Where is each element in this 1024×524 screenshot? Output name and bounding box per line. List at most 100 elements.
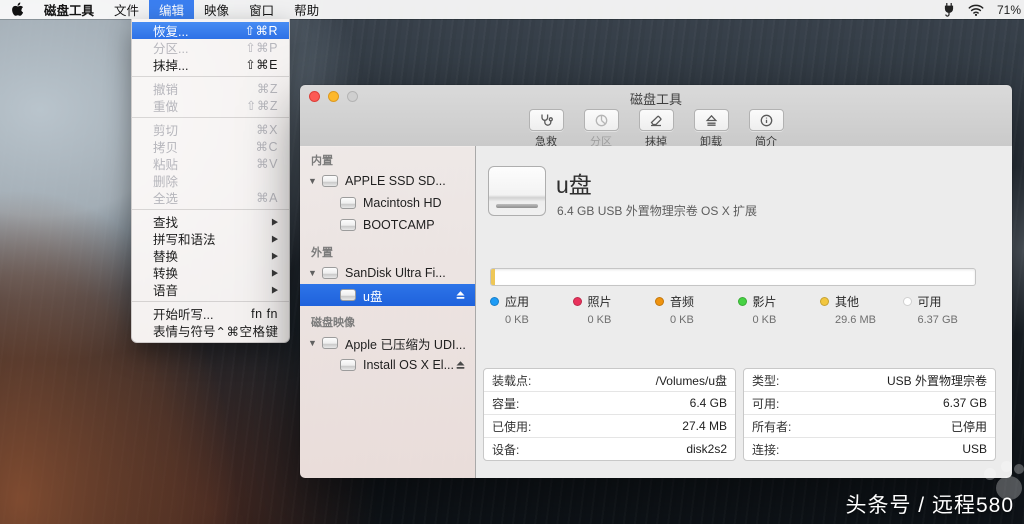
usb-drive-icon bbox=[488, 166, 546, 216]
legend-movies: 影片 0 KB bbox=[738, 293, 821, 326]
menu-bar-status-area: 71% bbox=[943, 2, 1024, 17]
info-row-capacity: 容量: 6.4 GB bbox=[484, 392, 735, 415]
wifi-icon[interactable] bbox=[968, 4, 984, 16]
screen: 磁盘工具 文件 编辑 映像 窗口 帮助 71% 恢复... ⇧⌘R 分区... … bbox=[0, 0, 1024, 524]
info-button[interactable]: 简介 bbox=[747, 109, 785, 149]
menu-help[interactable]: 帮助 bbox=[284, 0, 329, 19]
legend-dot bbox=[655, 297, 664, 306]
power-adapter-icon[interactable] bbox=[943, 2, 955, 17]
menu-item-restore[interactable]: 恢复... ⇧⌘R bbox=[132, 22, 289, 39]
pie-chart-icon bbox=[595, 114, 608, 127]
sidebar-item-sandisk[interactable]: ▼ SanDisk Ultra Fi... bbox=[300, 262, 475, 284]
menu-item-select-all: 全选 ⌘A bbox=[132, 189, 289, 206]
sidebar-item-usb-volume[interactable]: u盘 bbox=[300, 284, 475, 306]
legend-photos: 照片 0 KB bbox=[573, 293, 656, 326]
menu-app-name[interactable]: 磁盘工具 bbox=[34, 0, 104, 19]
menu-item-erase[interactable]: 抹掉... ⇧⌘E bbox=[132, 56, 289, 73]
menu-item-paste: 粘贴 ⌘V bbox=[132, 155, 289, 172]
window-toolbar: 急救 分区 抹掉 卸载 简介 bbox=[300, 109, 1012, 149]
battery-percentage[interactable]: 71% bbox=[997, 3, 1021, 17]
legend-dot bbox=[490, 297, 499, 306]
menu-edit[interactable]: 编辑 bbox=[149, 0, 194, 19]
sidebar-item-install-osx[interactable]: Install OS X El... bbox=[300, 354, 475, 376]
info-table-right: 类型: USB 外置物理宗卷 可用: 6.37 GB 所有者: 已停用 连接: … bbox=[743, 368, 996, 461]
apple-icon bbox=[11, 2, 24, 17]
info-row-owners: 所有者: 已停用 bbox=[744, 415, 995, 438]
menu-item-emoji-symbols[interactable]: 表情与符号 ⌃⌘空格键 bbox=[132, 322, 289, 339]
legend-dot bbox=[903, 297, 912, 306]
menu-item-spelling-grammar[interactable]: 拼写和语法 ▶ bbox=[132, 230, 289, 247]
volume-title: u盘 bbox=[556, 166, 592, 200]
submenu-arrow-icon: ▶ bbox=[272, 267, 278, 277]
sidebar-item-apple-udi[interactable]: ▼ Apple 已压缩为 UDI... bbox=[300, 332, 475, 354]
info-table-left: 装载点: /Volumes/u盘 容量: 6.4 GB 已使用: 27.4 MB… bbox=[483, 368, 736, 461]
erase-button[interactable]: 抹掉 bbox=[637, 109, 675, 149]
menu-images[interactable]: 映像 bbox=[194, 0, 239, 19]
info-icon bbox=[760, 114, 773, 127]
menu-item-cut: 剪切 ⌘X bbox=[132, 121, 289, 138]
legend-other: 其他 29.6 MB bbox=[820, 293, 903, 326]
info-row-device: 设备: disk2s2 bbox=[484, 438, 735, 460]
menu-item-speech[interactable]: 语音 ▶ bbox=[132, 281, 289, 298]
sidebar-item-apple-ssd[interactable]: ▼ APPLE SSD SD... bbox=[300, 170, 475, 192]
submenu-arrow-icon: ▶ bbox=[272, 250, 278, 260]
menu-item-substitutions[interactable]: 替换 ▶ bbox=[132, 247, 289, 264]
menu-file[interactable]: 文件 bbox=[104, 0, 149, 19]
legend-free: 可用 6.37 GB bbox=[903, 293, 986, 326]
window-titlebar[interactable]: 磁盘工具 急救 分区 抹掉 卸载 bbox=[300, 85, 1012, 147]
info-row-mount-point: 装载点: /Volumes/u盘 bbox=[484, 369, 735, 392]
sidebar-section-internal: 内置 bbox=[300, 152, 475, 170]
unmount-button[interactable]: 卸载 bbox=[692, 109, 730, 149]
eject-icon[interactable] bbox=[455, 290, 466, 301]
menu-separator bbox=[132, 76, 289, 77]
sidebar-section-disk-images: 磁盘映像 bbox=[300, 314, 475, 332]
sidebar-item-macintosh-hd[interactable]: Macintosh HD bbox=[300, 192, 475, 214]
eject-icon bbox=[705, 114, 718, 127]
window-content: 内置 ▼ APPLE SSD SD... Macintosh HD BOOTCA… bbox=[300, 146, 1012, 478]
menu-separator bbox=[132, 301, 289, 302]
usage-legend: 应用 0 KB 照片 0 KB 音频 0 KB 影片 0 KB bbox=[490, 293, 985, 326]
menu-item-delete: 删除 bbox=[132, 172, 289, 189]
disk-icon bbox=[322, 337, 338, 349]
disclosure-triangle-icon[interactable]: ▼ bbox=[308, 338, 317, 348]
submenu-arrow-icon: ▶ bbox=[272, 216, 278, 226]
watermark-text: 头条号 / 远程580 bbox=[845, 489, 1014, 519]
menu-item-start-dictation[interactable]: 开始听写... fn fn bbox=[132, 305, 289, 322]
disclosure-triangle-icon[interactable]: ▼ bbox=[308, 176, 317, 186]
disclosure-triangle-icon[interactable]: ▼ bbox=[308, 268, 317, 278]
info-row-used: 已使用: 27.4 MB bbox=[484, 415, 735, 438]
legend-dot bbox=[738, 297, 747, 306]
info-row-available: 可用: 6.37 GB bbox=[744, 392, 995, 415]
partition-button: 分区 bbox=[582, 109, 620, 149]
disk-icon bbox=[322, 267, 338, 279]
legend-audio: 音频 0 KB bbox=[655, 293, 738, 326]
disk-utility-window: 磁盘工具 急救 分区 抹掉 卸载 bbox=[300, 85, 1012, 478]
window-title: 磁盘工具 bbox=[300, 89, 1012, 108]
apple-menu[interactable] bbox=[0, 2, 34, 17]
menu-item-partition: 分区... ⇧⌘P bbox=[132, 39, 289, 56]
menu-bar: 磁盘工具 文件 编辑 映像 窗口 帮助 71% bbox=[0, 0, 1024, 19]
sidebar-item-bootcamp[interactable]: BOOTCAMP bbox=[300, 214, 475, 236]
submenu-arrow-icon: ▶ bbox=[272, 233, 278, 243]
legend-dot bbox=[573, 297, 582, 306]
menu-window[interactable]: 窗口 bbox=[239, 0, 284, 19]
first-aid-button[interactable]: 急救 bbox=[527, 109, 565, 149]
volume-subtitle: 6.4 GB USB 外置物理宗卷 OS X 扩展 bbox=[557, 202, 757, 219]
menu-separator bbox=[132, 209, 289, 210]
menu-item-transformations[interactable]: 转换 ▶ bbox=[132, 264, 289, 281]
edit-dropdown-menu: 恢复... ⇧⌘R 分区... ⇧⌘P 抹掉... ⇧⌘E 撤销 ⌘Z 重做 ⇧… bbox=[131, 19, 290, 343]
volume-icon bbox=[340, 289, 356, 301]
menu-item-find[interactable]: 查找 ▶ bbox=[132, 213, 289, 230]
eraser-icon bbox=[649, 114, 663, 127]
sidebar-section-external: 外置 bbox=[300, 244, 475, 262]
eject-icon[interactable] bbox=[455, 360, 466, 371]
legend-dot bbox=[820, 297, 829, 306]
menu-item-copy: 拷贝 ⌘C bbox=[132, 138, 289, 155]
disk-icon bbox=[322, 175, 338, 187]
menu-item-undo: 撤销 ⌘Z bbox=[132, 80, 289, 97]
stethoscope-icon bbox=[539, 113, 553, 127]
volume-icon bbox=[340, 197, 356, 209]
main-panel: u盘 6.4 GB USB 外置物理宗卷 OS X 扩展 应用 0 KB 照片 … bbox=[476, 146, 1012, 478]
submenu-arrow-icon: ▶ bbox=[272, 284, 278, 294]
volume-icon bbox=[340, 359, 356, 371]
